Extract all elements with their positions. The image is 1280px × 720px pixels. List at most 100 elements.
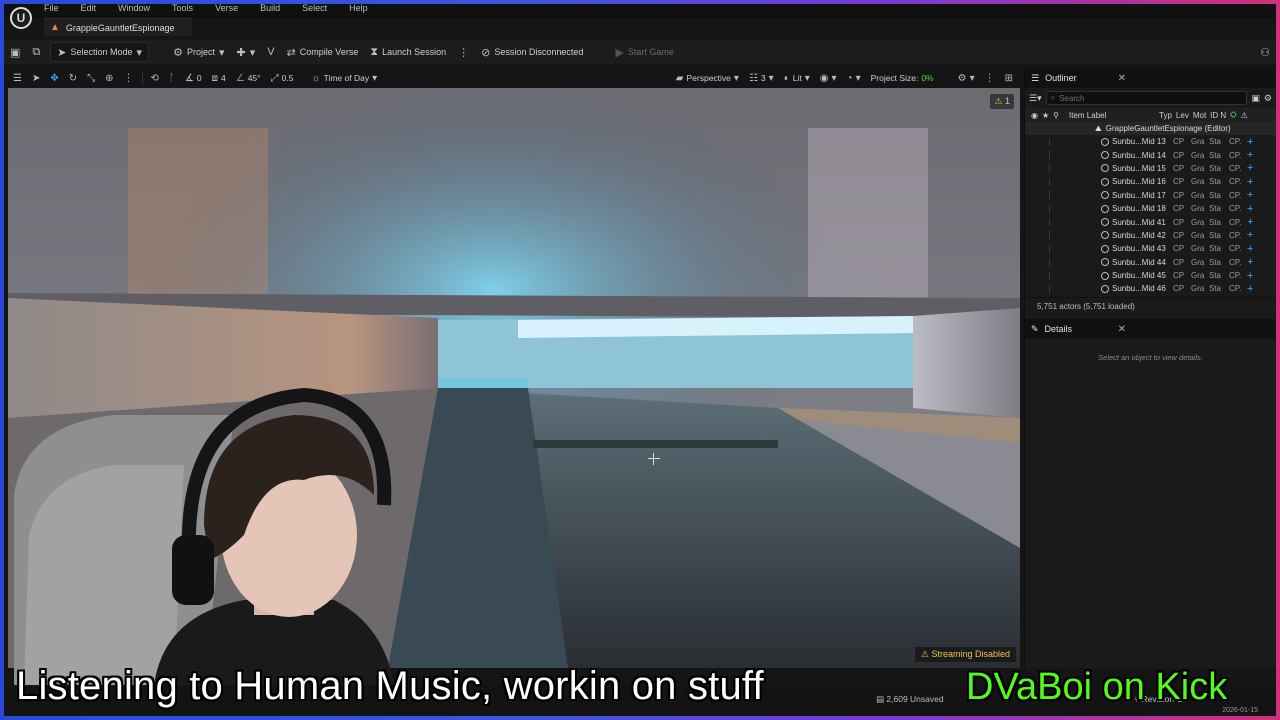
add-icon[interactable]: +: [1247, 243, 1253, 255]
save-button[interactable]: ▣: [4, 42, 26, 62]
close-icon[interactable]: ✕: [1118, 73, 1126, 84]
outliner-tab[interactable]: ☰ Outliner ✕: [1025, 68, 1276, 88]
visibility-toggle[interactable]: [1049, 271, 1055, 280]
column-id[interactable]: ID N: [1210, 111, 1226, 120]
viewport-warning[interactable]: ⚠ 1: [990, 94, 1014, 109]
add-icon[interactable]: +: [1247, 270, 1253, 282]
outliner-search-input[interactable]: ⌕ Search: [1045, 91, 1248, 105]
outliner-row[interactable]: Sunbu...Mid 14 CP Gra Sta CP. +: [1025, 148, 1276, 161]
column-type[interactable]: Typ: [1159, 111, 1172, 120]
start-game-button[interactable]: ▶ Start Game: [609, 42, 679, 62]
favorite-icon[interactable]: ★: [1042, 111, 1049, 120]
add-icon[interactable]: +: [1247, 176, 1253, 188]
lit-dropdown[interactable]: ◐ Lit ▾: [779, 73, 815, 84]
compile-verse-button[interactable]: ⇄ Compile Verse: [281, 42, 365, 62]
show-dropdown[interactable]: ◉ ▾: [815, 73, 842, 84]
outliner-row[interactable]: Sunbu...Mid 44 CP Gra Sta CP. +: [1025, 256, 1276, 269]
scale-tool-button[interactable]: ⤡: [82, 73, 100, 84]
close-icon[interactable]: ✕: [1118, 324, 1126, 335]
menu-item-help[interactable]: Help: [349, 4, 368, 16]
scale-snap-button[interactable]: ⤢ 0.5: [266, 73, 299, 84]
add-icon[interactable]: +: [1247, 256, 1253, 268]
viewport-settings-button[interactable]: ⚙ ▾: [953, 73, 980, 84]
world-space-button[interactable]: ⊕: [100, 73, 118, 84]
visibility-toggle[interactable]: [1049, 218, 1055, 227]
outliner-row[interactable]: Sunbu...Mid 15 CP Gra Sta CP. +: [1025, 162, 1276, 175]
outliner-row[interactable]: Sunbu...Mid 18 CP Gra Sta CP. +: [1025, 202, 1276, 215]
performance-dropdown[interactable]: ◔ ▾: [842, 73, 866, 84]
visibility-toggle[interactable]: [1049, 258, 1055, 267]
outliner-row[interactable]: Sunbu...Mid 41 CP Gra Sta CP. +: [1025, 215, 1276, 228]
view-layout-dropdown[interactable]: ☷ 3 ▾: [744, 73, 779, 84]
column-item-label[interactable]: Item Label: [1069, 111, 1153, 120]
visibility-toggle[interactable]: [1049, 191, 1055, 200]
rotate-tool-button[interactable]: ↻: [64, 73, 82, 84]
add-icon[interactable]: +: [1247, 189, 1253, 201]
pin-icon[interactable]: ⚲: [1053, 111, 1059, 120]
verse-button[interactable]: V: [261, 42, 280, 62]
surface-snap-button[interactable]: ⟲: [146, 73, 164, 84]
unreal-logo-icon[interactable]: U: [10, 7, 32, 29]
launch-session-button[interactable]: ⧗ Launch Session: [364, 42, 452, 62]
menu-item-file[interactable]: File: [44, 4, 59, 16]
content-browser-button[interactable]: ⧉: [26, 42, 46, 62]
outliner-row[interactable]: Sunbu...Mid 17 CP Gra Sta CP. +: [1025, 189, 1276, 202]
streaming-status[interactable]: ⚠ Streaming Disabled: [914, 647, 1016, 662]
project-dropdown[interactable]: ⚙ Project ▾: [167, 42, 230, 62]
maximize-viewport-button[interactable]: ⊞: [1000, 73, 1018, 84]
visibility-toggle[interactable]: [1049, 137, 1055, 146]
visibility-toggle[interactable]: [1049, 177, 1055, 186]
document-tab[interactable]: ▲ GrappleGauntletEspionage: [44, 18, 192, 36]
details-tab[interactable]: ✎ Details ✕: [1025, 319, 1276, 339]
outliner-row[interactable]: Sunbu...Mid 45 CP Gra Sta CP. +: [1025, 269, 1276, 282]
select-tool-button[interactable]: ➤: [27, 73, 45, 84]
add-icon[interactable]: +: [1247, 216, 1253, 228]
outliner-row[interactable]: Sunbu...Mid 46 CP Gra Sta CP. +: [1025, 282, 1276, 295]
more-options-button[interactable]: ⋮: [452, 42, 475, 62]
viewport-options-button[interactable]: ☰: [8, 73, 27, 84]
session-status[interactable]: ⊘ Session Disconnected: [475, 42, 589, 62]
menu-item-tools[interactable]: Tools: [172, 4, 193, 16]
unsaved-button[interactable]: ▤ 2,609 Unsaved: [876, 694, 944, 705]
visibility-toggle[interactable]: [1049, 284, 1055, 293]
add-icon[interactable]: +: [1247, 149, 1253, 161]
menu-item-select[interactable]: Select: [302, 4, 327, 16]
column-level[interactable]: Lev: [1176, 111, 1189, 120]
add-icon[interactable]: +: [1247, 136, 1253, 148]
viewport-more-button[interactable]: ⋮: [980, 73, 1000, 84]
layer-snap-button[interactable]: ⧈ 4: [207, 73, 231, 84]
outliner-row[interactable]: Sunbu...Mid 13 CP Gra Sta CP. +: [1025, 135, 1276, 148]
more-tools-button[interactable]: ⋮: [119, 73, 139, 84]
add-icon[interactable]: +: [1247, 162, 1253, 174]
column-mod[interactable]: Mot: [1193, 111, 1206, 120]
visibility-toggle[interactable]: [1049, 151, 1055, 160]
add-icon[interactable]: +: [1247, 229, 1253, 241]
outliner-row[interactable]: Sunbu...Mid 42 CP Gra Sta CP. +: [1025, 229, 1276, 242]
add-icon[interactable]: +: [1247, 203, 1253, 215]
angle-snap-button[interactable]: ∠ 45°: [231, 73, 266, 84]
source-control-icon[interactable]: ⛭: [1230, 110, 1236, 120]
outliner-root-row[interactable]: ⛰ GrappleGauntletEspionage (Editor): [1025, 122, 1276, 135]
visibility-icon[interactable]: ◉: [1031, 111, 1038, 120]
visibility-toggle[interactable]: [1049, 204, 1055, 213]
perspective-dropdown[interactable]: ▰ Perspective ▾: [671, 73, 744, 84]
grid-snap-button[interactable]: ᚪ: [164, 73, 180, 84]
gear-icon[interactable]: ⚙: [1264, 93, 1272, 104]
visibility-toggle[interactable]: [1049, 164, 1055, 173]
menu-item-verse[interactable]: Verse: [215, 4, 238, 16]
rotation-snap-button[interactable]: ∡ 0: [180, 73, 207, 84]
folder-add-icon[interactable]: ▣: [1251, 93, 1260, 104]
menu-item-edit[interactable]: Edit: [81, 4, 97, 16]
visibility-toggle[interactable]: [1049, 244, 1055, 253]
multiplayer-button[interactable]: ⚇: [1254, 42, 1276, 62]
add-icon[interactable]: +: [1247, 283, 1253, 295]
visibility-toggle[interactable]: [1049, 231, 1055, 240]
outliner-row[interactable]: Sunbu...Mid 16 CP Gra Sta CP. +: [1025, 175, 1276, 188]
selection-mode-dropdown[interactable]: ➤ Selection Mode ▾: [50, 42, 150, 62]
time-of-day-dropdown[interactable]: ☼ Time of Day ▾: [306, 73, 382, 84]
outliner-row[interactable]: Sunbu...Mid 43 CP Gra Sta CP. +: [1025, 242, 1276, 255]
menu-item-build[interactable]: Build: [260, 4, 280, 16]
add-actor-button[interactable]: ✚ ▾: [230, 42, 261, 62]
translate-tool-button[interactable]: ✥: [45, 73, 63, 84]
menu-item-window[interactable]: Window: [118, 4, 150, 16]
